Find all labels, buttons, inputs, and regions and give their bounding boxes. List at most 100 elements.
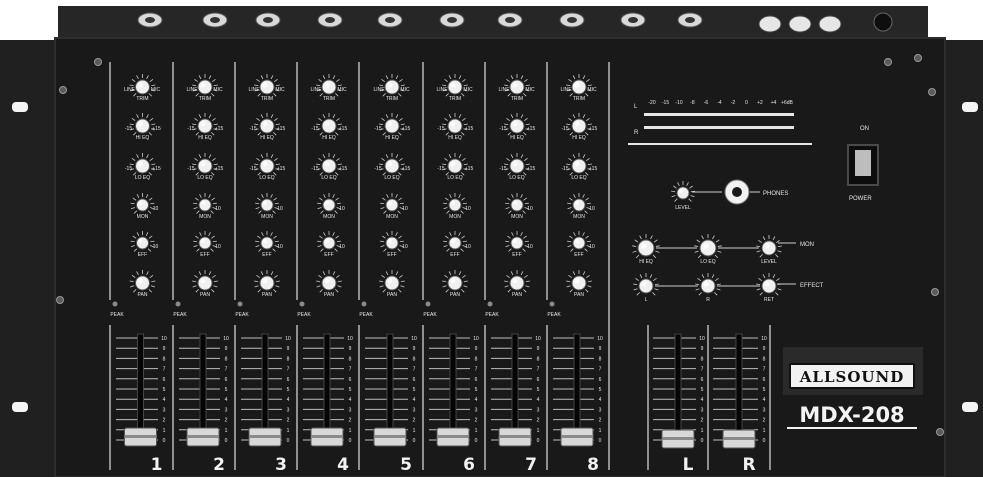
trim-range-left: LINE [436, 87, 448, 93]
fader-scale-tick: 1 [763, 428, 766, 434]
panel-screw [914, 54, 922, 62]
eq-range-right: +15 [465, 126, 474, 132]
send-range-right: 10 [589, 244, 595, 250]
knob-label: MON [573, 214, 585, 220]
eq-range-left: -15 [437, 166, 444, 172]
trim-range-left: LINE [248, 87, 260, 93]
meter-scale-label: -4 [717, 100, 722, 106]
fader-scale-tick: 1 [701, 428, 704, 434]
fader-scale-tick: 10 [285, 336, 291, 342]
fader-scale-tick: 0 [287, 438, 290, 444]
panel-screw [928, 88, 936, 96]
meter-scale-label: -20 [648, 100, 655, 106]
fader-scale-tick: 3 [599, 407, 602, 413]
eq-range-left: -15 [561, 166, 568, 172]
fader-scale-tick: 0 [763, 438, 766, 444]
fader-scale-tick: 0 [599, 438, 602, 444]
send-range-right: 10 [153, 206, 159, 212]
knob-label: MON [386, 214, 398, 220]
channel-number: 2 [213, 455, 225, 475]
peak-led [361, 301, 367, 307]
fader-scale-tick: 8 [163, 356, 166, 362]
mon-row-label: MON [800, 242, 814, 248]
peak-label: PEAK [547, 312, 561, 318]
effect-knob-label: L [645, 297, 648, 303]
mixer-photo: TRIM HI EQ LO EQ MON EFF PAN LINE MIC -15 +15 -15 +… [0, 6, 983, 477]
eq-range-right: +15 [589, 126, 598, 132]
knob-label: LO EQ [384, 175, 399, 181]
knob-label: PAN [138, 292, 148, 298]
eq-range-left: -15 [561, 126, 568, 132]
eq-range-left: -15 [125, 126, 132, 132]
send-range-right: 10 [277, 206, 283, 212]
channel-number: 4 [337, 455, 349, 475]
fader-scale-tick: 1 [163, 428, 166, 434]
fader-scale-tick: 2 [349, 418, 352, 424]
fader-scale-tick: 9 [287, 346, 290, 352]
rack-hole [12, 102, 28, 112]
fader-scale-tick: 10 [223, 336, 229, 342]
knob-label: EFF [324, 252, 333, 258]
fader-scale-tick: 6 [599, 377, 602, 383]
fader-scale-tick: 1 [599, 428, 602, 434]
knob-label: PAN [262, 292, 272, 298]
peak-led [237, 301, 243, 307]
eq-range-right: +15 [465, 166, 474, 172]
eq-range-left: -15 [311, 126, 318, 132]
fader-scale-tick: 5 [225, 387, 228, 393]
eq-range-right: +15 [152, 126, 161, 132]
fader-scale-tick: 4 [349, 397, 352, 403]
panel-screw [59, 86, 67, 94]
channel-number: 1 [151, 455, 163, 475]
fader-scale-tick: 1 [475, 428, 478, 434]
fader-scale-tick: 0 [475, 438, 478, 444]
peak-led [112, 301, 118, 307]
knob-label: TRIM [261, 96, 273, 102]
fader-scale-tick: 4 [475, 397, 478, 403]
fader-scale-tick: 6 [225, 377, 228, 383]
effect-knob-label: RET [764, 297, 774, 303]
power-switch-rocker[interactable] [855, 150, 871, 176]
meter-scale-label: +2 [757, 100, 763, 106]
brand-name: ALLSOUND [799, 368, 904, 386]
fader-scale-tick: 7 [537, 367, 540, 373]
fader-scale-tick: 9 [701, 346, 704, 352]
trim-range-right: MIC [400, 87, 410, 93]
fader-scale-tick: 3 [537, 407, 540, 413]
fader-scale-tick: 4 [413, 397, 416, 403]
power-label: POWER [849, 196, 872, 202]
knob-label: MON [137, 214, 149, 220]
trim-range-right: MIC [463, 87, 473, 93]
fader-scale-tick: 5 [287, 387, 290, 393]
fader-scale-tick: 2 [475, 418, 478, 424]
send-range-right: 10 [215, 244, 221, 250]
fader-scale-tick: 8 [537, 356, 540, 362]
fader-scale-tick: 7 [349, 367, 352, 373]
fader-scale-tick: 6 [287, 377, 290, 383]
channel-number: 8 [587, 455, 599, 475]
fader-scale-tick: 1 [349, 428, 352, 434]
fader-scale-tick: 0 [349, 438, 352, 444]
fader-scale-tick: 5 [413, 387, 416, 393]
knob-label: LO EQ [447, 175, 462, 181]
eq-range-left: -15 [374, 166, 381, 172]
fader-scale-tick: 7 [225, 367, 228, 373]
eq-range-right: +15 [589, 166, 598, 172]
peak-led [299, 301, 305, 307]
peak-label: PEAK [110, 312, 124, 318]
knob-label: LO EQ [321, 175, 336, 181]
peak-label: PEAK [173, 312, 187, 318]
panel-screw [56, 296, 64, 304]
trim-range-right: MIC [337, 87, 347, 93]
knob-label: EFF [138, 252, 147, 258]
fader-scale-tick: 3 [349, 407, 352, 413]
knob-label: PAN [387, 292, 397, 298]
mon-knob-label: LO EQ [700, 259, 715, 265]
trim-range-left: LINE [373, 87, 385, 93]
fader-scale-tick: 5 [163, 387, 166, 393]
eq-range-right: +15 [527, 126, 536, 132]
meter-scale-label: +4 [771, 100, 777, 106]
channel-number: 7 [525, 455, 537, 475]
fader-scale-tick: 7 [763, 367, 766, 373]
fader-scale-tick: 8 [701, 356, 704, 362]
